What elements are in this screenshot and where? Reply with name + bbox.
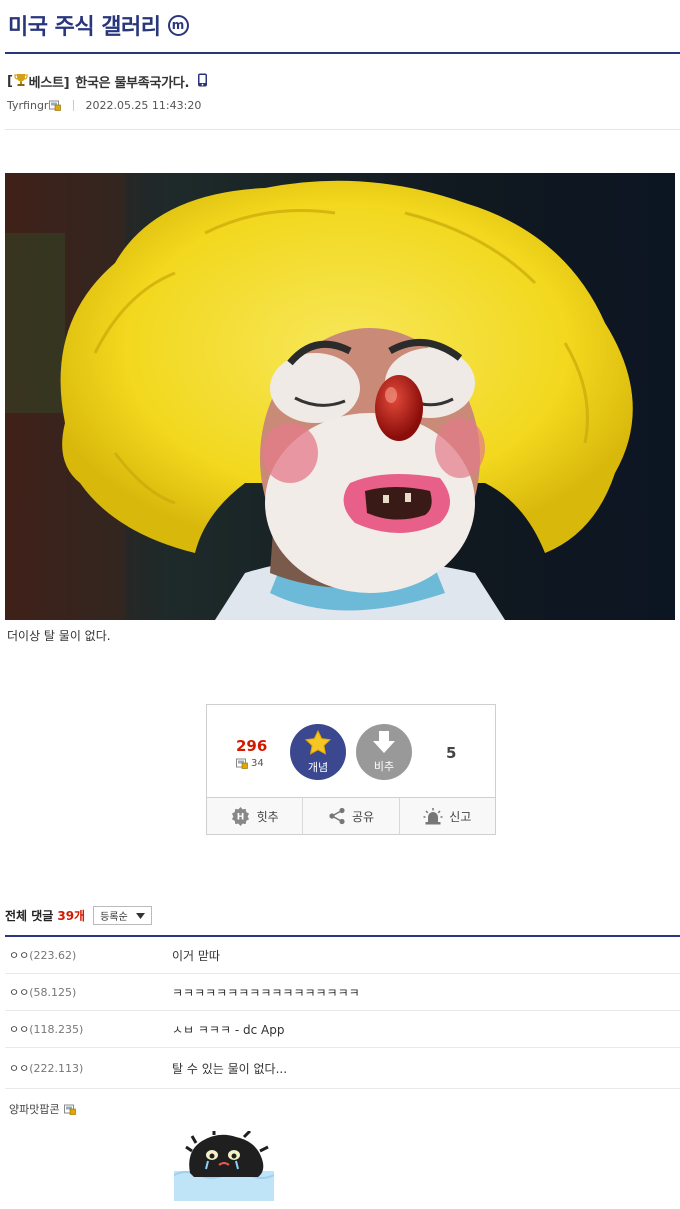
vote-box: 296 34 개념 비추 5 H 힛추 공유 신고 — [206, 704, 496, 835]
comment-nick[interactable]: ㅇㅇ — [9, 949, 29, 962]
comment-text: ㅋㅋㅋㅋㅋㅋㅋㅋㅋㅋㅋㅋㅋㅋㅋㅋㅋ — [172, 985, 360, 1000]
hit-recommend-label: 힛추 — [256, 809, 279, 824]
comment-row: ㅇㅇ(222.113) 탈 수 있는 물이 없다... — [5, 1048, 680, 1089]
post-title-text: 한국은 물부족국가다. — [75, 76, 190, 91]
post-image — [5, 173, 675, 620]
fixed-upvote-count: 34 — [236, 758, 264, 769]
comment-row: ㅇㅇ(58.125) ㅋㅋㅋㅋㅋㅋㅋㅋㅋㅋㅋㅋㅋㅋㅋㅋㅋ — [5, 974, 680, 1011]
comment-nick[interactable]: ㅇㅇ — [9, 1023, 29, 1036]
fixed-count-value: 34 — [251, 758, 264, 769]
vote-area: 296 34 개념 비추 5 — [207, 705, 495, 797]
comment-ip: (58.125) — [29, 986, 77, 999]
comment-nick[interactable]: ㅇㅇ — [9, 986, 29, 999]
comment-ip: (118.235) — [29, 1023, 84, 1036]
chevron-down-icon — [135, 912, 145, 919]
downvote-label: 비추 — [373, 760, 395, 773]
star-icon — [305, 730, 331, 755]
meta-divider — [5, 129, 680, 130]
hit-recommend-button[interactable]: H 힛추 — [207, 798, 302, 834]
post-date: 2022.05.25 11:43:20 — [85, 99, 202, 112]
mobile-icon — [197, 73, 208, 91]
report-icon — [423, 808, 443, 825]
vote-actions: H 힛추 공유 신고 — [207, 797, 495, 834]
sort-selected-value: 등록순 — [100, 912, 128, 923]
fixed-user-icon — [49, 100, 62, 111]
comment-nickname[interactable]: ㅇㅇ(58.125) — [5, 984, 172, 1000]
author-name[interactable]: Tyrfingr — [7, 99, 48, 112]
upvote-button[interactable]: 개념 — [290, 724, 346, 780]
comment-nickname[interactable]: ㅇㅇ(223.62) — [5, 947, 172, 963]
fixed-user-icon — [236, 758, 248, 769]
comment-header-label: 전체 댓글 — [5, 909, 54, 923]
trophy-icon — [14, 73, 28, 91]
upvote-label: 개념 — [307, 761, 329, 774]
comment-text: 이거 맏따 — [172, 948, 220, 963]
header-divider — [5, 52, 680, 54]
comment-header: 전체 댓글 39개 등록순 — [5, 906, 152, 925]
comment-nick[interactable]: 양파맛팝콘 — [9, 1101, 60, 1117]
downvote-count: 5 — [446, 744, 457, 762]
share-label: 공유 — [351, 809, 375, 824]
comment-nick[interactable]: ㅇㅇ — [9, 1062, 29, 1075]
post-body-text: 더이상 탈 물이 없다. — [7, 629, 111, 643]
comment-count: 39개 — [57, 909, 86, 923]
share-icon — [329, 807, 345, 825]
gallery-header: 미국 주식 갤러리 m — [8, 8, 189, 42]
comment-row: ㅇㅇ(118.235) ㅅㅂ ㅋㅋㅋ - dc App — [5, 1011, 680, 1048]
downvote-button[interactable]: 비추 — [356, 724, 412, 780]
fixed-user-icon — [63, 1104, 76, 1115]
report-label: 신고 — [449, 809, 472, 824]
comment-nickname[interactable]: 양파맛팝콘 — [9, 1101, 76, 1117]
post-title: [ 베스트] 한국은 물부족국가다. — [7, 72, 208, 91]
upvote-count: 296 — [236, 737, 268, 755]
meta-separator — [73, 100, 75, 111]
report-button[interactable]: 신고 — [398, 798, 495, 834]
svg-text:H: H — [236, 813, 244, 823]
comment-ip: (223.62) — [29, 949, 77, 962]
share-button[interactable]: 공유 — [302, 798, 398, 834]
comment-text: ㅅㅂ ㅋㅋㅋ - dc App — [172, 1022, 285, 1037]
hit-icon: H — [231, 806, 249, 826]
arrow-down-icon — [373, 731, 395, 753]
comment-nickname[interactable]: ㅇㅇ(222.113) — [5, 1060, 172, 1076]
post-meta: Tyrfingr 2022.05.25 11:43:20 — [7, 99, 201, 112]
comment-nickname[interactable]: ㅇㅇ(118.235) — [5, 1021, 172, 1037]
post-prefix-open: [ — [7, 74, 13, 89]
comment-text: 탈 수 있는 물이 없다... — [172, 1061, 288, 1076]
comment-row: ㅇㅇ(223.62) 이거 맏따 — [5, 937, 680, 974]
comment-ip: (222.113) — [29, 1062, 84, 1075]
comment-sort-select[interactable]: 등록순 — [93, 906, 152, 925]
dccon-image — [173, 1129, 275, 1201]
gallery-title[interactable]: 미국 주식 갤러리 — [8, 9, 161, 41]
author-nickname[interactable]: Tyrfingr — [7, 99, 62, 112]
m-badge-icon: m — [167, 14, 189, 36]
post-prefix-label: 베스트] — [28, 76, 70, 91]
